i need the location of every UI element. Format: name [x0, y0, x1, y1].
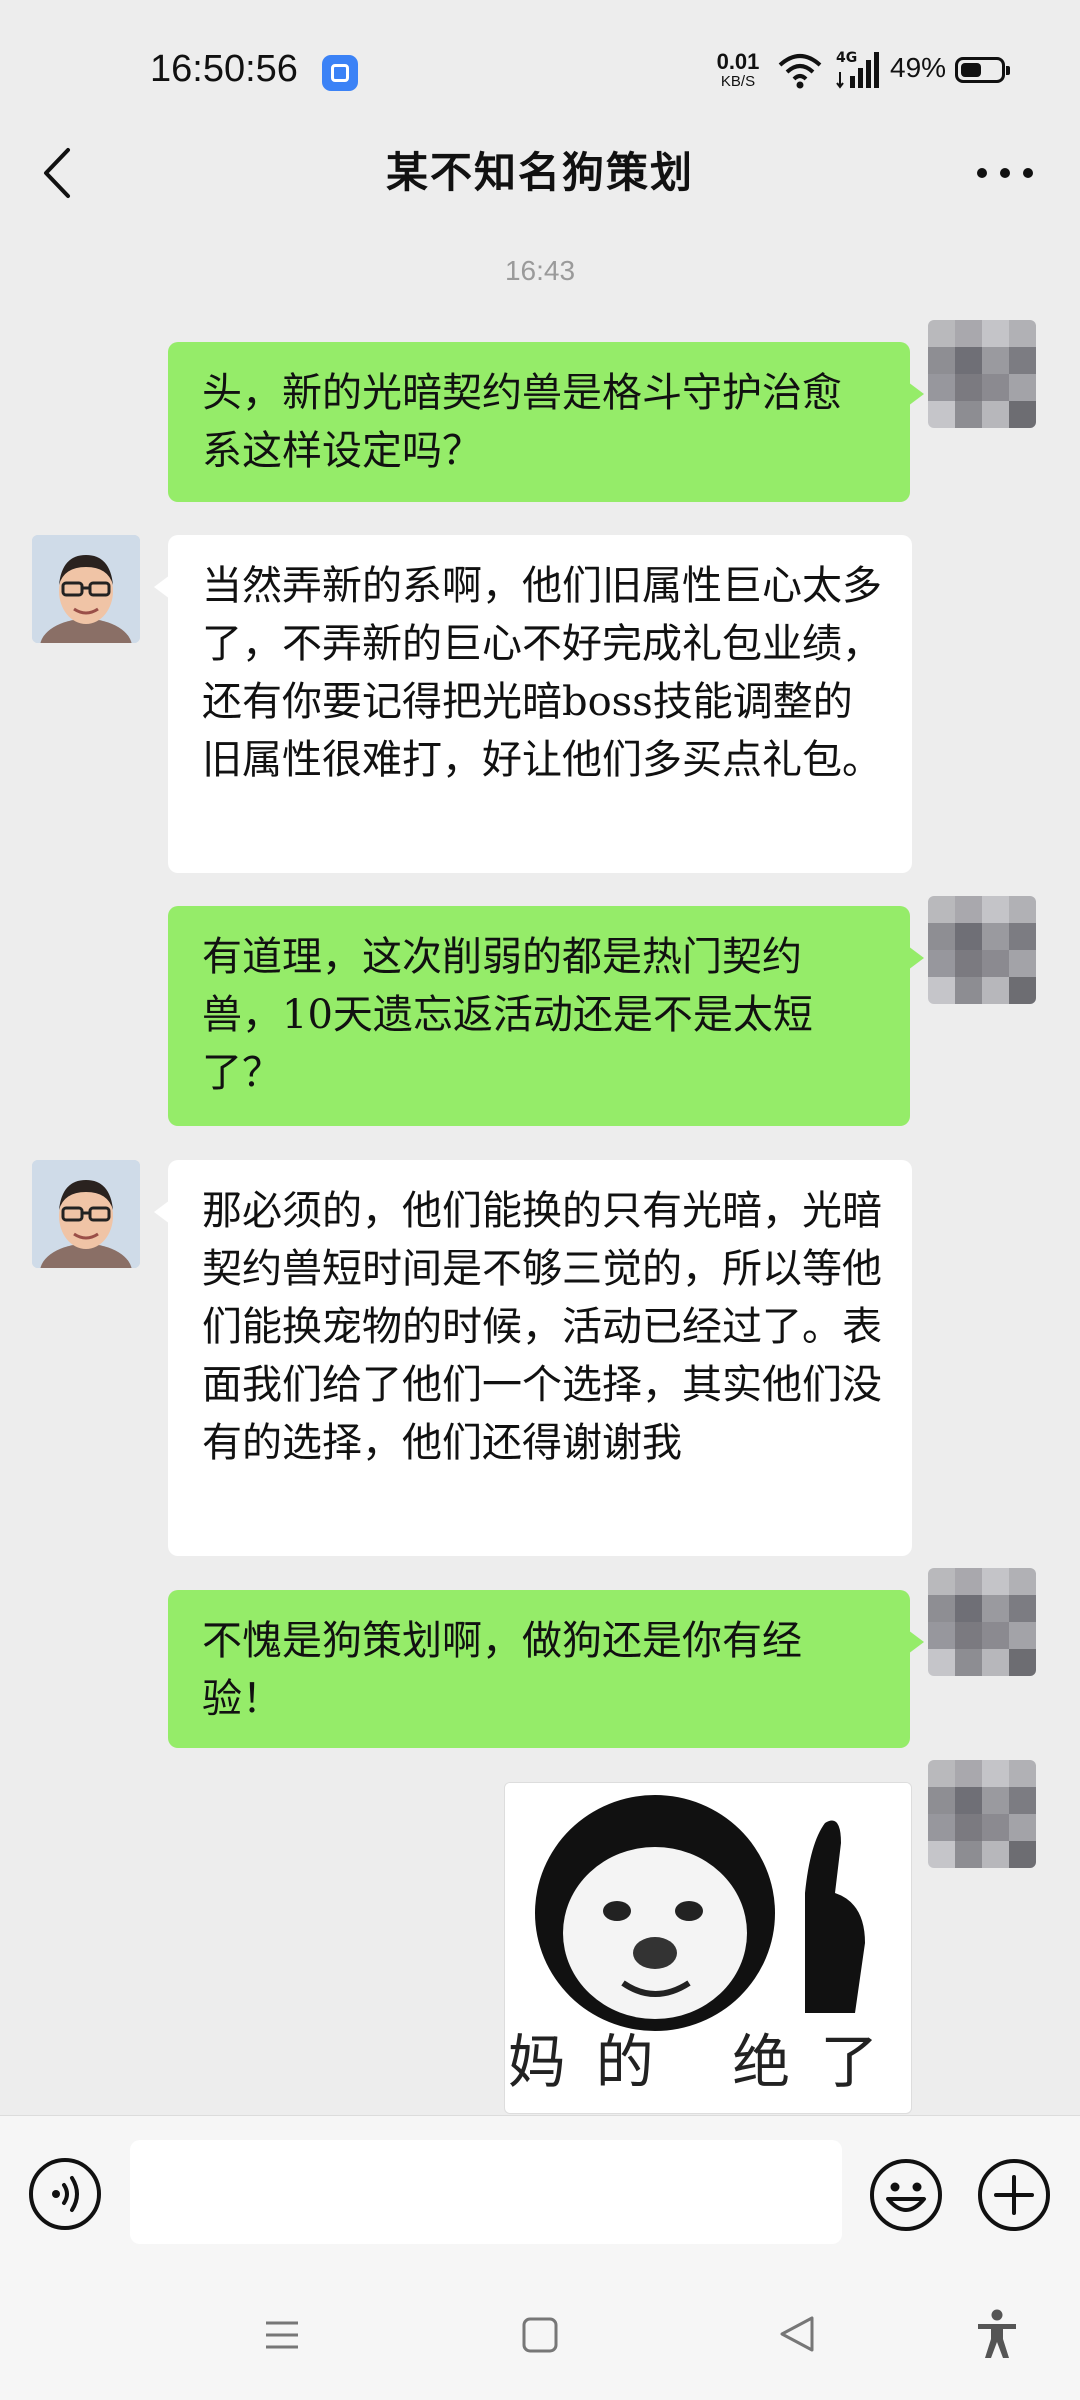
- sticker-image[interactable]: 妈的 绝了: [504, 1782, 912, 2114]
- network-speed-unit: KB/S: [720, 73, 756, 90]
- chat-title: 某不知名狗策划: [385, 148, 694, 197]
- message-input[interactable]: [130, 2140, 842, 2244]
- more-dots-icon[interactable]: [975, 166, 1035, 180]
- app-notification-icon: [322, 55, 358, 91]
- network-speed: 0.01 KB/S: [712, 49, 764, 92]
- message-bubble-received[interactable]: 那必须的，他们能换的只有光暗，光暗契约兽短时间是不够三觉的，所以等他们能换宠物的…: [154, 1160, 912, 1556]
- message-bubble-sent[interactable]: 头，新的光暗契约兽是格斗守护治愈系这样设定吗？: [168, 342, 924, 502]
- back-triangle-icon[interactable]: [776, 2312, 820, 2356]
- my-avatar[interactable]: [928, 1760, 1036, 1868]
- accessibility-icon[interactable]: [974, 2308, 1020, 2360]
- my-avatar[interactable]: [928, 320, 1036, 428]
- contact-avatar[interactable]: [32, 535, 140, 643]
- contact-avatar[interactable]: [32, 1160, 140, 1268]
- voice-icon[interactable]: [28, 2157, 102, 2231]
- message-bubble-received[interactable]: 当然弄新的系啊，他们旧属性巨心太多了，不弄新的巨心不好完成礼包业绩，还有你要记得…: [154, 535, 912, 873]
- battery-icon: [955, 57, 1010, 83]
- plus-icon[interactable]: [976, 2157, 1052, 2233]
- message-bubble-sent[interactable]: 不愧是狗策划啊，做狗还是你有经验！: [168, 1590, 924, 1748]
- home-icon[interactable]: [520, 2315, 560, 2355]
- panda-meme-icon: [505, 1783, 911, 2033]
- my-avatar[interactable]: [928, 896, 1036, 1004]
- message-timestamp: 16:43: [504, 255, 576, 286]
- message-bubble-sent[interactable]: 有道理，这次削弱的都是热门契约兽，10天遗忘返活动还是不是太短了？: [168, 906, 924, 1126]
- my-avatar[interactable]: [928, 1568, 1036, 1676]
- signal-icon: [836, 52, 879, 89]
- emoji-icon[interactable]: [868, 2157, 944, 2233]
- network-speed-value: 0.01: [716, 49, 760, 74]
- wifi-icon: [778, 54, 822, 89]
- status-time: 16:50:56: [150, 48, 298, 90]
- menu-icon[interactable]: [262, 2315, 302, 2355]
- battery-percent: 49%: [890, 52, 947, 83]
- sticker-caption: 妈的 绝了: [507, 2028, 909, 2096]
